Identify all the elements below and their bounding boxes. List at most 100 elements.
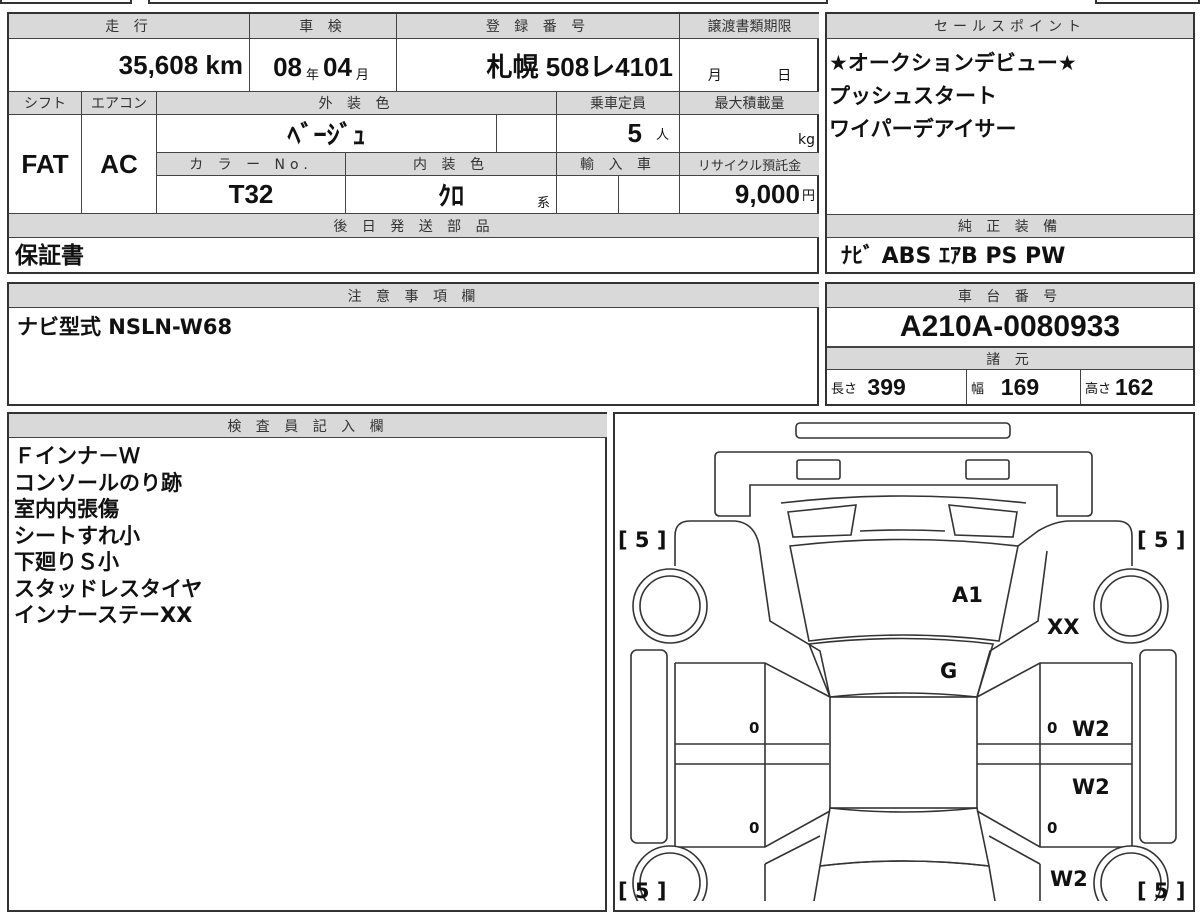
chassis-number: A210A-0080933	[827, 308, 1193, 347]
vehicle-diagram: [ 5 ] [ 5 ] [ 5 ] [ 5 ] A1 XX G 0 0 W2 W…	[618, 422, 1185, 901]
later-parts-label: 後 日 発 送 部 品	[9, 214, 819, 238]
grille-line	[780, 495, 1027, 504]
inspection-year: 08	[273, 52, 302, 82]
hood-damage: A1	[952, 583, 983, 607]
specs-label: 諸 元	[827, 347, 1193, 370]
registration-value: 札幌 508レ4101	[397, 39, 680, 92]
sales-points-label: セールスポイント	[827, 14, 1193, 39]
hood-panel	[789, 538, 1019, 642]
transfer-day-unit: 日	[777, 68, 792, 84]
import-cell-2	[619, 176, 680, 214]
inspector-line: コンソールのり跡	[14, 470, 182, 495]
tire-tread-front-right: [ 5 ]	[1137, 528, 1185, 552]
inspector-line: インナーステーXX	[14, 603, 193, 627]
inspector-box: 検 査 員 記 入 欄 Ｆインナ－Ｗ コンソールのり跡 室内内張傷 シートすれ小…	[7, 412, 607, 912]
interior-color-value: ｸﾛ	[437, 181, 464, 211]
sales-points-box: セールスポイント ★オークションデビュー★ プッシュスタート ワイパーデアイサー…	[825, 12, 1195, 274]
right-front-door-mark: 0	[1047, 719, 1057, 737]
wheel-front-left	[632, 568, 708, 644]
recycle-label: リサイクル預託金	[680, 153, 819, 176]
right-quarter-damage: W2	[1050, 867, 1088, 891]
inspector-label: 検 査 員 記 入 欄	[9, 414, 607, 438]
rear-panel	[813, 860, 996, 901]
color-no-label: カ ラ ー No.	[157, 153, 346, 176]
headlight-left	[796, 459, 841, 480]
chassis-box: 車 台 番 号 A210A-0080933 諸 元 長さ 399 幅 169 高…	[825, 282, 1195, 406]
right-fender-damage: XX	[1047, 615, 1079, 639]
height-label: 高さ	[1085, 380, 1112, 396]
width-cell: 幅 169	[967, 370, 1081, 404]
mileage-unit: km	[205, 49, 243, 80]
sales-point: プッシュスタート	[829, 84, 997, 108]
windshield-panel	[807, 637, 995, 698]
length-cell: 長さ 399	[827, 370, 967, 404]
equipment-label: 純 正 装 備	[827, 214, 1193, 238]
registration-label: 登 録 番 号	[397, 14, 680, 39]
shift-value: FAT	[9, 115, 82, 214]
left-front-door-mark: 0	[749, 719, 759, 737]
tire-tread-front-left: [ 5 ]	[618, 528, 666, 552]
aircon-value: AC	[82, 115, 157, 214]
recycle-cell: 9,000 円	[680, 176, 819, 214]
max-load-label: 最大積載量	[680, 92, 819, 115]
capacity-cell: 5人	[557, 115, 680, 153]
inspector-notes: Ｆインナ－Ｗ コンソールのり跡 室内内張傷 シートすれ小 下廻りＳ小 スタッドレ…	[14, 443, 202, 629]
length-label: 長さ	[831, 380, 858, 396]
import-cell-1	[557, 176, 619, 214]
mileage-cell: 35,608 km	[9, 39, 250, 92]
exterior-color-extra	[497, 115, 557, 153]
notes-box: 注 意 事 項 欄 ナビ型式 NSLN-W68	[7, 282, 819, 406]
sales-point: ワイパーデアイサー	[829, 117, 1017, 141]
inspector-line: スタッドレスタイヤ	[14, 576, 203, 601]
transfer-deadline-label: 譲渡書類期限	[680, 14, 819, 39]
sales-point: ★オークションデビュー★	[829, 51, 1077, 75]
aircon-label: エアコン	[82, 92, 157, 115]
interior-color-label: 内 装 色	[346, 153, 557, 176]
notes-value: ナビ型式 NSLN-W68	[17, 315, 233, 339]
right-rear-door-damage: W2	[1072, 775, 1110, 799]
transfer-deadline-cell: 月日	[680, 39, 819, 92]
year-unit: 年	[305, 67, 319, 82]
inspector-line: シートすれ小	[14, 523, 140, 548]
front-lamp-left	[787, 504, 857, 538]
exterior-color-value: ﾍﾞｰｼﾞｭ	[157, 115, 497, 153]
top-strip-mid	[148, 0, 828, 4]
height-value: 162	[1115, 373, 1154, 400]
month-unit: 月	[355, 67, 369, 82]
mileage-label: 走 行	[9, 14, 250, 39]
width-label: 幅	[971, 380, 985, 396]
headlight-right	[965, 459, 1010, 480]
recycle-value: 9,000	[734, 179, 800, 209]
transfer-month-unit: 月	[707, 68, 722, 84]
inspector-line: Ｆインナ－Ｗ	[14, 444, 140, 468]
rear-glass-panel	[819, 807, 991, 867]
right-side-skirt	[1139, 649, 1177, 844]
interior-color-cell: ｸﾛ 系	[346, 176, 557, 214]
tire-tread-rear-left: [ 5 ]	[618, 879, 666, 901]
top-strip-right	[1095, 0, 1200, 4]
length-value: 399	[867, 373, 906, 400]
top-strip-left	[0, 0, 132, 4]
left-side-skirt	[630, 649, 668, 844]
import-label: 輸 入 車	[557, 153, 680, 176]
inspector-line: 室内内張傷	[14, 497, 119, 521]
shift-label: シフト	[9, 92, 82, 115]
inspection-cell: 08 年 04 月	[250, 39, 397, 92]
recycle-unit: 円	[801, 188, 815, 203]
front-bumper	[714, 451, 1093, 517]
inspection-month: 04	[323, 52, 352, 82]
roof-panel	[829, 696, 978, 809]
right-front-door-damage: W2	[1072, 717, 1110, 741]
left-rear-door-mark: 0	[749, 819, 759, 837]
front-lamp-right	[948, 504, 1018, 538]
exterior-color-label: 外 装 色	[157, 92, 557, 115]
vehicle-info-table: 走 行 車 検 登 録 番 号 譲渡書類期限 35,608 km 08 年 04 月 …	[7, 12, 819, 274]
grille-bottom	[859, 529, 946, 532]
notes-label: 注 意 事 項 欄	[9, 284, 819, 308]
capacity-label: 乗車定員	[557, 92, 680, 115]
equipment-value: ﾅﾋﾞ ABS ｴｱB PS PW	[841, 244, 1066, 269]
inspector-line: 下廻りＳ小	[14, 550, 119, 574]
vehicle-diagram-box: [ 5 ] [ 5 ] [ 5 ] [ 5 ] A1 XX G 0 0 W2 W…	[613, 412, 1195, 912]
capacity-value: 5	[627, 118, 642, 148]
height-cell: 高さ 162	[1081, 370, 1193, 404]
